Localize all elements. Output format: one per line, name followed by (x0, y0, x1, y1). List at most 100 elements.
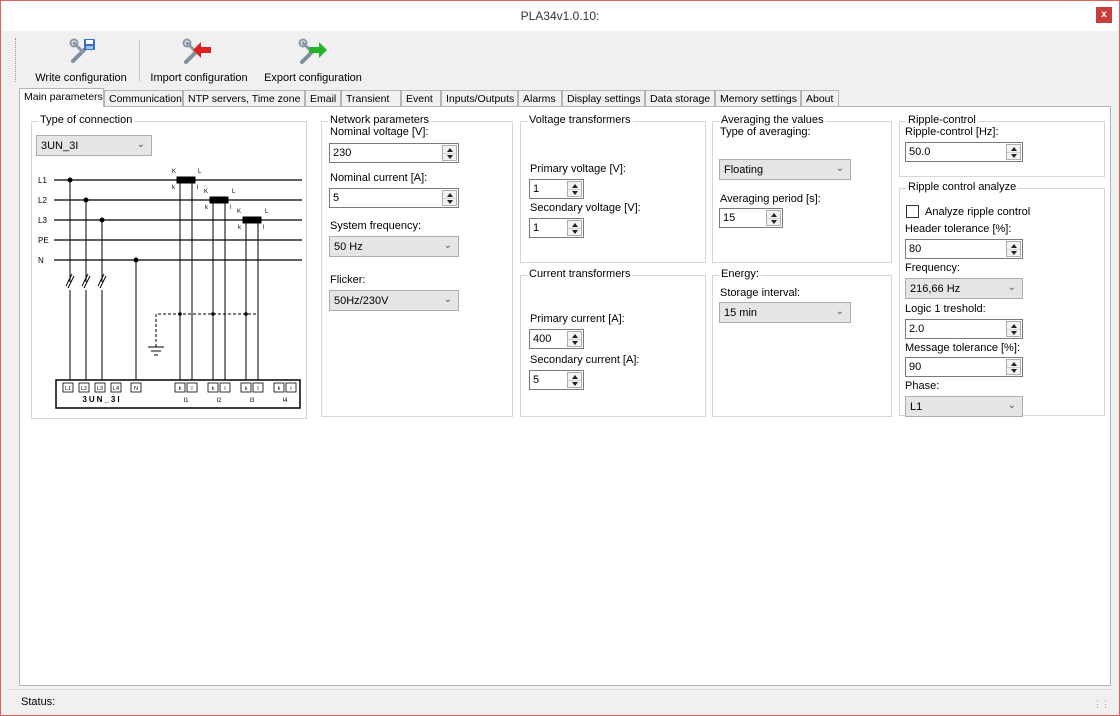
averaging-type-select[interactable]: Floating ⌄ (719, 159, 851, 180)
terminal-i2-k: k (212, 386, 215, 392)
tab-event[interactable]: Event (401, 90, 441, 107)
ripple-control-analyze-group: Ripple control analyze Analyze ripple co… (899, 181, 1105, 417)
secondary-current-input[interactable]: 5 (529, 370, 584, 390)
message-tolerance-input[interactable]: 90 (905, 357, 1023, 377)
spinner-buttons[interactable] (766, 210, 781, 226)
line-label-l2: L2 (38, 196, 47, 205)
spinner-buttons[interactable] (1006, 359, 1021, 375)
toolbar-grip[interactable] (15, 38, 18, 82)
terminal-l2: L2 (81, 386, 87, 392)
terminal-caption-u: 3UN_3I (82, 395, 121, 404)
export-configuration-button[interactable]: Export configuration (259, 36, 367, 86)
logic1-threshold-input[interactable]: 2.0 (905, 319, 1023, 339)
nominal-current-input[interactable]: 5 (329, 188, 459, 208)
ct2-sl-label: l (230, 205, 231, 211)
flicker-select[interactable]: 50Hz/230V ⌄ (329, 290, 459, 311)
tab-ntp-servers[interactable]: NTP servers, Time zone (183, 90, 305, 107)
terminal-l3: L3 (97, 386, 103, 392)
tab-alarms[interactable]: Alarms (518, 90, 562, 107)
chevron-down-icon: ⌄ (443, 240, 452, 251)
type-of-connection-value: 3UN_3I (41, 140, 79, 152)
primary-voltage-value: 1 (533, 183, 540, 195)
spinner-buttons[interactable] (567, 331, 582, 347)
tab-memory-settings[interactable]: Memory settings (715, 90, 801, 107)
terminal-i4-l: l (290, 386, 291, 392)
analyze-ripple-control-checkbox[interactable] (906, 205, 919, 218)
spinner-buttons[interactable] (567, 372, 582, 388)
close-button[interactable]: x (1096, 7, 1112, 23)
type-of-connection-group: Type of connection 3UN_3I ⌄ L1 L2 L3 PE (31, 114, 307, 419)
chevron-down-icon: ⌄ (1007, 282, 1016, 293)
logic1-threshold-label: Logic 1 treshold: (905, 303, 986, 315)
spinner-buttons[interactable] (442, 145, 457, 161)
phase-select[interactable]: L1 ⌄ (905, 396, 1023, 417)
primary-voltage-input[interactable]: 1 (529, 179, 584, 199)
frequency-select[interactable]: 216,66 Hz ⌄ (905, 278, 1023, 299)
ripple-control-title: Ripple-control (906, 114, 978, 126)
spinner-buttons[interactable] (1006, 241, 1021, 257)
averaging-type-value: Floating (724, 164, 764, 176)
tab-email[interactable]: Email (305, 90, 341, 107)
ct1-k-label: K (172, 169, 176, 175)
voltage-transformers-title: Voltage transformers (527, 114, 633, 126)
spinner-buttons[interactable] (1006, 321, 1021, 337)
primary-current-input[interactable]: 400 (529, 329, 584, 349)
export-configuration-label: Export configuration (264, 72, 362, 84)
tab-inputs-outputs[interactable]: Inputs/Outputs (441, 90, 518, 107)
network-parameters-title: Network parameters (328, 114, 432, 126)
tab-main-parameters[interactable]: Main parameters (19, 88, 104, 107)
ct2-sk-label: k (205, 205, 209, 211)
ripple-control-freq-label: Ripple-control [Hz]: (905, 126, 999, 138)
tab-transient[interactable]: Transient (341, 90, 401, 107)
averaging-period-input[interactable]: 15 (719, 208, 783, 228)
system-frequency-select[interactable]: 50 Hz ⌄ (329, 236, 459, 257)
nominal-current-value: 5 (333, 192, 340, 204)
terminal-l1: L1 (65, 386, 71, 392)
storage-interval-select[interactable]: 15 min ⌄ (719, 302, 851, 323)
frequency-label: Frequency: (905, 262, 961, 274)
chevron-down-icon: ⌄ (443, 294, 452, 305)
spinner-buttons[interactable] (567, 181, 582, 197)
spinner-buttons[interactable] (1006, 144, 1021, 160)
tab-display-settings[interactable]: Display settings (562, 90, 645, 107)
spinner-buttons[interactable] (442, 190, 457, 206)
tab-about[interactable]: About (801, 90, 839, 107)
message-tolerance-label: Message tolerance [%]: (905, 342, 1020, 354)
header-tolerance-input[interactable]: 80 (905, 239, 1023, 259)
message-tolerance-value: 90 (909, 361, 922, 373)
main-parameters-panel: Type of connection 3UN_3I ⌄ L1 L2 L3 PE (19, 106, 1111, 686)
import-configuration-button[interactable]: Import configuration (143, 36, 255, 86)
spinner-buttons[interactable] (567, 220, 582, 236)
ct1-sk-label: k (172, 185, 176, 191)
terminal-i1-l: l (191, 386, 192, 392)
flicker-value: 50Hz/230V (334, 295, 389, 307)
resize-grip-icon[interactable]: ⋮⋮ (1093, 699, 1110, 710)
terminal-i3-k: k (245, 386, 248, 392)
secondary-voltage-input[interactable]: 1 (529, 218, 584, 238)
toolbar-separator (139, 40, 140, 82)
ct3-l-label: L (265, 209, 269, 215)
ripple-control-freq-input[interactable]: 50.0 (905, 142, 1023, 162)
line-label-pe: PE (38, 236, 49, 245)
phase-value: L1 (910, 401, 923, 413)
export-config-icon (298, 38, 327, 64)
type-of-connection-select[interactable]: 3UN_3I ⌄ (36, 135, 152, 156)
phase-label: Phase: (905, 380, 940, 392)
terminal-n: N (134, 386, 138, 392)
primary-voltage-label: Primary voltage [V]: (530, 163, 626, 175)
logic1-threshold-value: 2.0 (909, 323, 925, 335)
tab-data-storage[interactable]: Data storage (645, 90, 715, 107)
averaging-type-label: Type of averaging: (720, 126, 811, 138)
secondary-voltage-value: 1 (533, 222, 540, 234)
averaging-period-value: 15 (723, 212, 736, 224)
terminal-caption-i2: I2 (216, 398, 222, 404)
status-bar: Status: ⋮⋮ (9, 689, 1111, 713)
terminal-i1-k: k (179, 386, 182, 392)
tab-communication[interactable]: Communication (104, 90, 183, 107)
write-configuration-button[interactable]: Write configuration (23, 36, 139, 86)
nominal-current-label: Nominal current [A]: (330, 172, 428, 184)
energy-title: Energy: (719, 268, 761, 280)
secondary-voltage-label: Secondary voltage [V]: (530, 202, 641, 214)
line-label-l3: L3 (38, 216, 47, 225)
nominal-voltage-input[interactable]: 230 (329, 143, 459, 163)
